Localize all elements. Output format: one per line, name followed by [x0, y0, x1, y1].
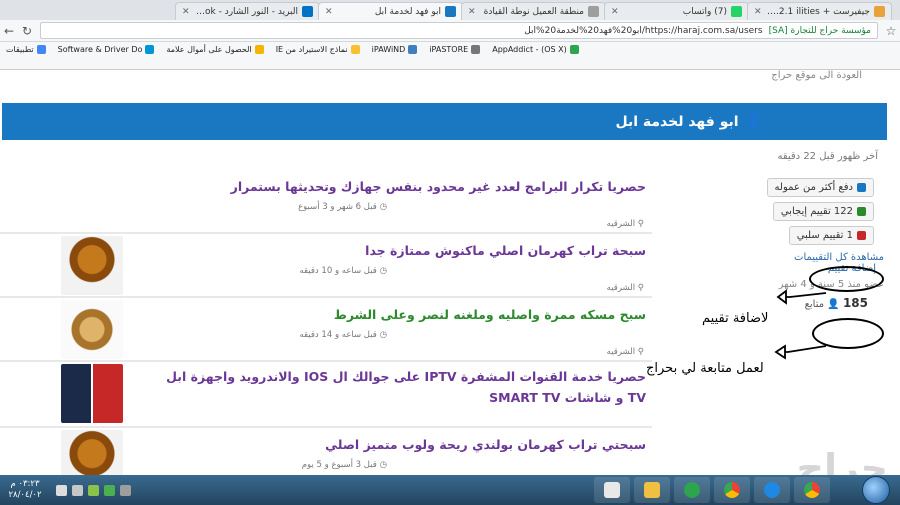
paint-app-icon — [604, 482, 620, 498]
battery-icon[interactable] — [88, 484, 99, 496]
arrow-head-followers — [774, 344, 786, 360]
app-tray-icon[interactable] — [104, 484, 115, 496]
taskbar-app[interactable] — [674, 477, 710, 503]
clock-time: ٠٣:٢٣ م — [10, 479, 40, 489]
annotation-follow-note: لعمل متابعة لي بحراج — [646, 361, 764, 376]
ie-icon — [764, 482, 780, 498]
folder-icon — [644, 482, 660, 498]
taskbar-app[interactable] — [594, 477, 630, 503]
start-button[interactable] — [862, 476, 890, 504]
system-clock[interactable]: ٠٣:٢٣ م ٢٨/٠٤/٠٢ — [0, 479, 50, 501]
taskbar-app[interactable] — [714, 477, 750, 503]
taskbar-app[interactable] — [754, 477, 790, 503]
taskbar-app[interactable] — [794, 477, 830, 503]
flag-icon[interactable] — [120, 484, 131, 496]
windows-taskbar: ٠٣:٢٣ م ٢٨/٠٤/٠٢ — [0, 475, 900, 505]
arrow-head-add-review — [776, 289, 787, 305]
annotation-add-review-note: لاضافة تقييم — [702, 311, 769, 326]
network-icon[interactable] — [56, 484, 67, 496]
chrome-icon — [724, 482, 740, 498]
taskbar-app[interactable] — [634, 477, 670, 503]
volume-icon[interactable] — [72, 484, 83, 496]
clock-date: ٢٨/٠٤/٠٢ — [8, 490, 42, 500]
app-icon — [684, 482, 700, 498]
taskbar-apps — [594, 477, 830, 503]
annotation-arrows — [774, 289, 827, 360]
system-tray — [56, 484, 131, 496]
chrome-icon — [804, 482, 820, 498]
